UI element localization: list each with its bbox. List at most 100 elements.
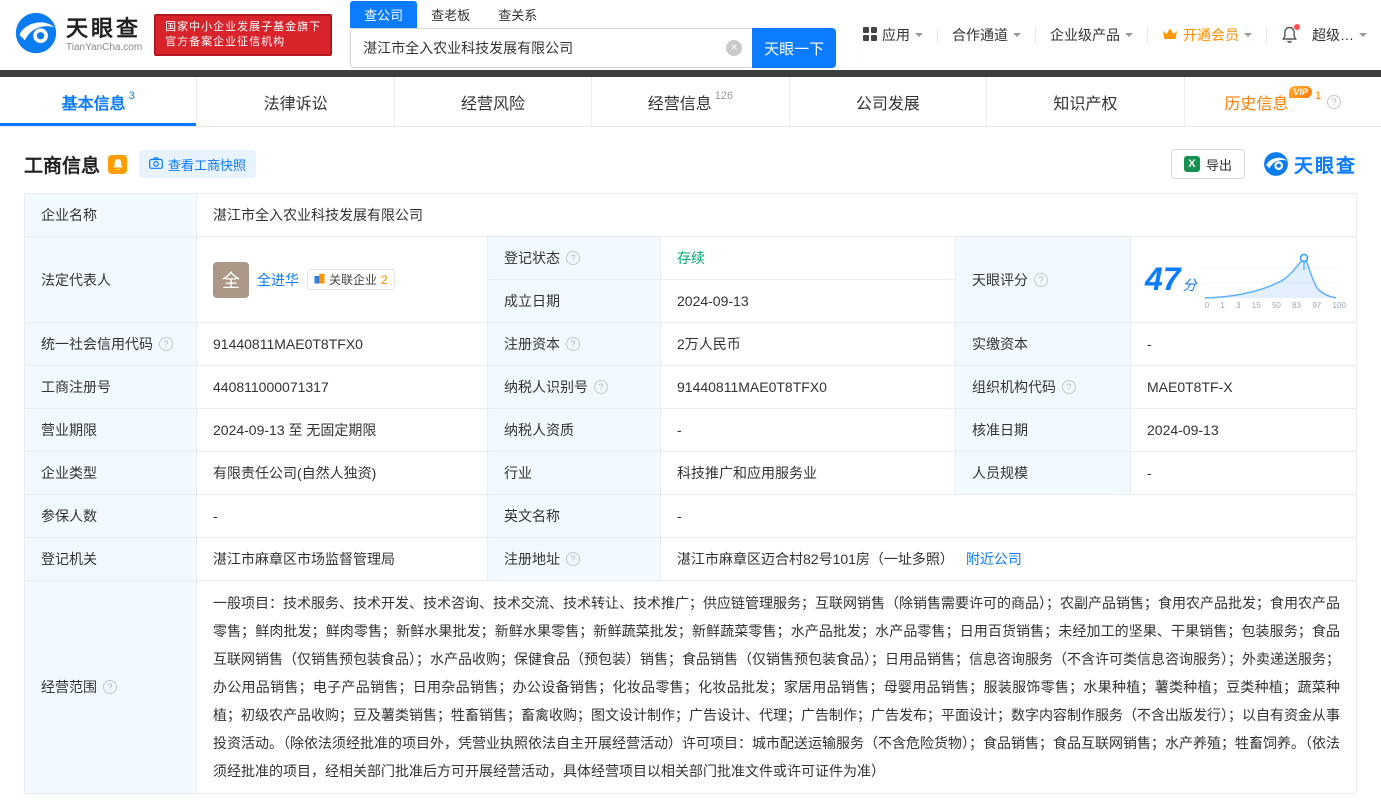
- label-company-type: 企业类型: [25, 452, 197, 495]
- value-approval-date: 2024-09-13: [1131, 409, 1357, 452]
- tab-history-info[interactable]: 历史信息 VIP 1 ?: [1185, 77, 1381, 126]
- help-icon[interactable]: ?: [1034, 272, 1048, 287]
- nav-open-vip[interactable]: 开通会员: [1162, 25, 1252, 45]
- logo-title: 天眼查: [66, 16, 142, 42]
- apps-grid-icon: [863, 26, 877, 44]
- related-companies-tag[interactable]: 关联企业 2: [307, 269, 395, 290]
- label-registration-status: 登记状态 ?: [488, 237, 661, 280]
- help-icon[interactable]: ?: [1062, 380, 1076, 394]
- header: 天眼查 TianYanCha.com 国家中小企业发展子基金旗下 官方备案企业征…: [0, 0, 1381, 70]
- label-registration-authority: 登记机关: [25, 538, 197, 581]
- tab-legal-proceedings[interactable]: 法律诉讼: [197, 77, 395, 126]
- score-distribution-chart: 0 1 3 15 50 83 97 100: [1202, 250, 1348, 310]
- tianyancha-watermark-icon: [1264, 152, 1288, 176]
- tab-basic-info-count: 3: [128, 89, 135, 102]
- search-tab-company[interactable]: 查公司: [350, 1, 418, 28]
- subscribe-bell-icon[interactable]: [108, 154, 128, 174]
- value-taxpayer-id: 91440811MAE0T8TFX0: [661, 366, 956, 409]
- help-icon[interactable]: ?: [1327, 94, 1342, 109]
- score-unit: 分: [1182, 277, 1197, 293]
- chevron-down-icon: [1359, 33, 1367, 41]
- notification-bell-icon[interactable]: [1281, 24, 1300, 44]
- search-button[interactable]: 天眼一下: [752, 28, 837, 68]
- value-legal-representative: 全 全进华 关联企业 2: [197, 237, 488, 323]
- tianyancha-watermark-text: 天眼查: [1293, 155, 1357, 177]
- label-taxpayer-quality: 纳税人资质: [488, 409, 661, 452]
- value-establish-date: 2024-09-13: [661, 280, 956, 323]
- score-number: 47: [1145, 261, 1181, 297]
- help-icon[interactable]: ?: [566, 337, 580, 351]
- chevron-down-icon: [1013, 33, 1021, 41]
- help-icon[interactable]: ?: [159, 337, 173, 351]
- label-tianyan-score: 天眼评分 ?: [956, 237, 1131, 323]
- label-business-term: 营业期限: [25, 409, 197, 452]
- label-legal-representative: 法定代表人: [25, 237, 197, 323]
- nav-cooperation-label: 合作通道: [952, 27, 1008, 43]
- nav-enterprise-products[interactable]: 企业级产品: [1050, 25, 1133, 45]
- label-staff-size: 人员规模: [956, 452, 1131, 495]
- tab-basic-info[interactable]: 基本信息 3: [0, 77, 198, 126]
- camera-icon: [149, 156, 163, 172]
- help-icon[interactable]: ?: [103, 680, 117, 694]
- nav-apps-label: 应用: [882, 27, 910, 43]
- nearby-companies-link[interactable]: 附近公司: [966, 549, 1022, 569]
- help-icon[interactable]: ?: [566, 251, 580, 265]
- label-insured-count: 参保人数: [25, 495, 197, 538]
- tab-operating-info-label: 经营信息: [647, 95, 712, 113]
- label-credit-code: 统一社会信用代码 ?: [25, 323, 197, 366]
- label-registered-address: 注册地址 ?: [488, 538, 661, 581]
- label-establish-date: 成立日期: [488, 280, 661, 323]
- search-tab-relation[interactable]: 查关系: [484, 1, 551, 28]
- value-registered-capital: 2万人民币: [661, 323, 956, 366]
- vip-badge: VIP: [1289, 85, 1312, 98]
- value-tianyan-score[interactable]: 47 分 0 1 3 15 50 83 97 100: [1131, 237, 1357, 323]
- nav-super-vip[interactable]: 超级…: [1312, 25, 1367, 45]
- nav-open-vip-label: 开通会员: [1183, 27, 1239, 43]
- legal-rep-name-link[interactable]: 全进华: [257, 270, 299, 290]
- search-input[interactable]: [350, 28, 753, 68]
- label-paid-capital: 实缴资本: [956, 323, 1131, 366]
- snapshot-button[interactable]: 查看工商快照: [139, 150, 257, 178]
- tianyancha-logo[interactable]: 天眼查 TianYanCha.com: [14, 11, 142, 60]
- label-business-scope: 经营范围 ?: [25, 581, 197, 794]
- tab-company-development-label: 公司发展: [855, 95, 920, 113]
- nav-apps[interactable]: 应用: [863, 25, 923, 45]
- related-companies-icon: [314, 273, 325, 287]
- label-english-name: 英文名称: [488, 495, 661, 538]
- value-industry: 科技推广和应用服务业: [661, 452, 956, 495]
- search-tab-boss[interactable]: 查老板: [417, 1, 484, 28]
- value-staff-size: -: [1131, 452, 1357, 495]
- value-paid-capital: -: [1131, 323, 1357, 366]
- value-company-name: 湛江市全入农业科技发展有限公司: [197, 194, 1357, 237]
- legal-rep-avatar[interactable]: 全: [213, 261, 249, 298]
- snapshot-button-label: 查看工商快照: [168, 157, 247, 173]
- label-organization-code: 组织机构代码 ?: [956, 366, 1131, 409]
- label-registration-number: 工商注册号: [25, 366, 197, 409]
- top-navigation: 应用 合作通道 企业级产品 开通会员 超级…: [863, 24, 1367, 45]
- tab-intellectual-property[interactable]: 知识产权: [987, 77, 1185, 126]
- export-button-label: 导出: [1205, 157, 1232, 173]
- export-button[interactable]: X 导出: [1170, 149, 1245, 179]
- gov-badge-line2: 官方备案企业征信机构: [165, 36, 286, 48]
- tab-operating-info[interactable]: 经营信息 126: [592, 77, 790, 126]
- nav-divider: [937, 27, 938, 43]
- tab-company-development[interactable]: 公司发展: [790, 77, 988, 126]
- value-organization-code: MAE0T8TF-X: [1131, 366, 1357, 409]
- nav-enterprise-products-label: 企业级产品: [1050, 27, 1120, 43]
- status-badge: 存续: [677, 250, 705, 266]
- tab-operating-risk[interactable]: 经营风险: [395, 77, 593, 126]
- help-icon[interactable]: ?: [594, 380, 608, 394]
- excel-icon: X: [1183, 156, 1200, 172]
- value-english-name: -: [661, 495, 1357, 538]
- gov-certification-badge: 国家中小企业发展子基金旗下 官方备案企业征信机构: [154, 14, 333, 56]
- tab-operating-risk-label: 经营风险: [461, 95, 526, 113]
- tab-history-info-count: 1: [1314, 89, 1322, 102]
- value-credit-code: 91440811MAE0T8TFX0: [197, 323, 488, 366]
- value-registration-number: 440811000071317: [197, 366, 488, 409]
- help-icon[interactable]: ?: [566, 552, 580, 566]
- nav-cooperation[interactable]: 合作通道: [952, 25, 1021, 45]
- score-axis-labels: 0 1 3 15 50 83 97 100: [1204, 300, 1346, 310]
- value-company-type: 有限责任公司(自然人独资): [197, 452, 488, 495]
- nav-divider: [1147, 27, 1148, 43]
- label-registered-capital: 注册资本 ?: [488, 323, 661, 366]
